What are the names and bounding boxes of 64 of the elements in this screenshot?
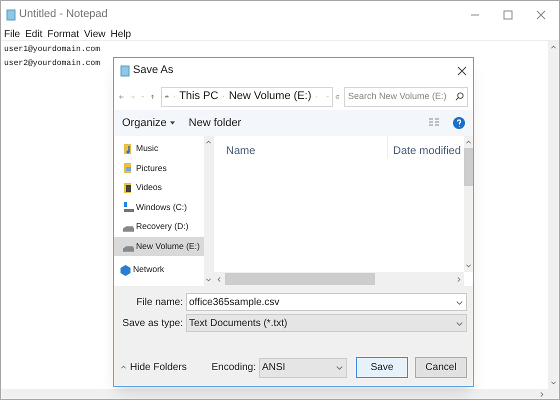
network-icon (120, 264, 131, 276)
window-title: Untitled - Notepad (19, 7, 108, 22)
scroll-up-icon (205, 139, 212, 146)
hide-folders-button[interactable]: Hide Folders (120, 360, 187, 375)
vertical-scrollbar[interactable] (464, 136, 473, 272)
dialog-title: Save As (133, 63, 174, 78)
breadcrumb-item[interactable]: This PC (179, 88, 218, 105)
notepad-icon (6, 8, 16, 20)
field-label: File name: (135, 296, 183, 310)
text-line: user2@yourdomain.com (4, 58, 100, 70)
maximize-icon[interactable] (503, 10, 513, 20)
cancel-button[interactable]: Cancel (415, 357, 467, 378)
vertical-scrollbar[interactable] (548, 41, 559, 389)
search-icon (454, 92, 464, 101)
encoding-dropdown[interactable]: ANSI (259, 358, 347, 378)
close-icon[interactable] (457, 66, 467, 76)
scroll-right-icon (455, 276, 462, 282)
help-icon[interactable] (453, 117, 465, 129)
column-header[interactable]: Name (214, 136, 387, 158)
nav-item[interactable]: Recovery (D:) (114, 217, 204, 236)
scroll-down-icon (205, 276, 212, 283)
scroll-down-icon (550, 379, 557, 386)
organize-button[interactable]: Organize (122, 114, 175, 132)
nav-item[interactable]: Pictures (114, 158, 204, 178)
menu-item[interactable]: Format (47, 26, 80, 42)
field-label: Save as type: (121, 316, 183, 330)
nav-item[interactable]: Network (114, 260, 204, 280)
scroll-thumb[interactable] (464, 148, 473, 186)
address-bar[interactable]: This PC New Volume (E:) (161, 86, 334, 106)
notepad-icon (120, 64, 130, 76)
drive-icon (123, 201, 134, 214)
menu-item[interactable]: Edit (25, 26, 42, 42)
caret-icon (170, 121, 175, 125)
file-name-field[interactable]: office365sample.csv (186, 293, 467, 311)
nav-item[interactable]: Windows (C:) (114, 198, 204, 217)
save-button[interactable]: Save (356, 357, 408, 378)
breadcrumb-item[interactable]: New Volume (E:) (228, 88, 312, 105)
nav-item[interactable]: Music (114, 139, 204, 158)
drive-icon (123, 226, 134, 232)
nav-item[interactable]: New Volume (E:) (114, 236, 204, 256)
new-folder-button[interactable]: New folder (188, 114, 242, 132)
scroll-right-icon (538, 390, 545, 398)
scroll-up-icon (550, 44, 557, 51)
menu-item[interactable]: File (4, 26, 20, 42)
search-field[interactable]: Search New Volume (E:) (344, 86, 468, 106)
horizontal-scrollbar[interactable] (214, 272, 464, 286)
menu-item[interactable]: View (84, 26, 106, 42)
videos-folder-icon (123, 182, 134, 194)
pictures-folder-icon (123, 162, 134, 174)
nav-item[interactable]: Videos (114, 178, 204, 198)
view-options-icon[interactable] (427, 118, 441, 128)
file-type-dropdown[interactable]: Text Documents (*.txt) (186, 314, 467, 332)
drive-icon (123, 246, 134, 252)
menu-item[interactable]: Help (110, 26, 132, 42)
scroll-left-icon (216, 276, 223, 282)
field-label: Encoding: (212, 361, 256, 375)
music-folder-icon (123, 142, 134, 155)
scroll-down-icon (465, 262, 472, 269)
scroll-up-icon (465, 139, 472, 146)
horizontal-scrollbar[interactable] (1, 389, 559, 399)
vertical-scrollbar[interactable] (204, 136, 213, 286)
text-line: user1@yourdomain.com (4, 44, 100, 56)
scroll-thumb[interactable] (225, 273, 375, 285)
chevron-up-icon (120, 364, 127, 371)
